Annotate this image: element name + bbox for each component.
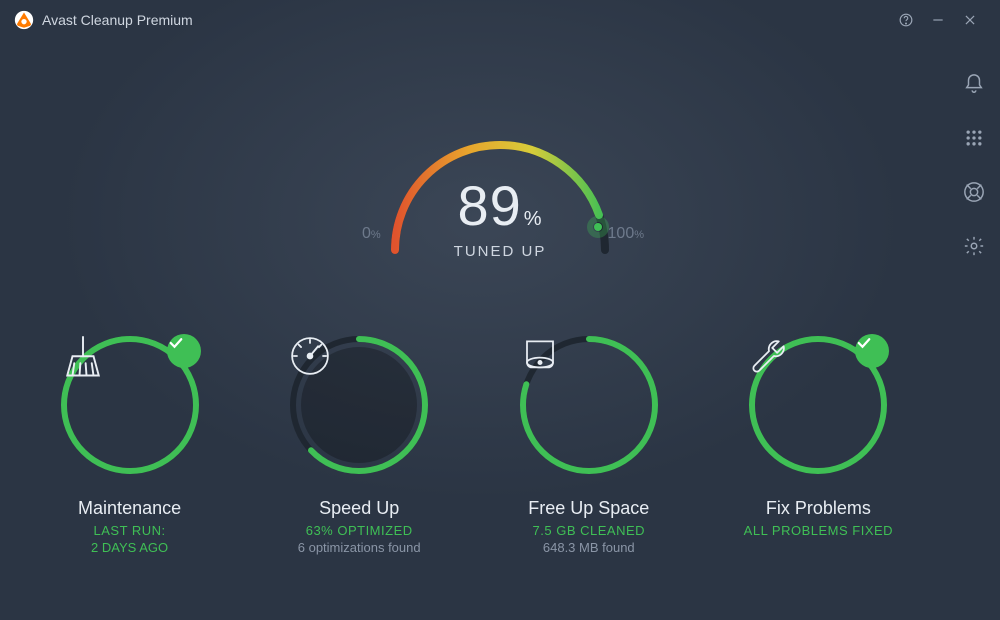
app-window: Avast Cleanup Premium 89% (0, 0, 1000, 620)
lifebuoy-icon[interactable] (960, 178, 988, 206)
tile-status: ALL PROBLEMS FIXED (718, 523, 918, 538)
app-title: Avast Cleanup Premium (42, 12, 193, 28)
action-tiles: Maintenance LAST RUN: 2 DAYS AGO Speed U… (0, 330, 948, 555)
tile-detail: 2 DAYS AGO (30, 540, 230, 555)
tile-title: Fix Problems (718, 498, 918, 519)
right-sidebar (948, 50, 1000, 620)
tile-detail: 6 optimizations found (259, 540, 459, 555)
tile-speed-up[interactable]: Speed Up 63% OPTIMIZED 6 optimizations f… (259, 330, 459, 555)
tile-title: Speed Up (259, 498, 459, 519)
gauge-value: 89% (350, 173, 650, 238)
tile-detail: 648.3 MB found (489, 540, 689, 555)
tile-title: Free Up Space (489, 498, 689, 519)
gauge-max: 100% (608, 225, 644, 243)
titlebar: Avast Cleanup Premium (0, 0, 1000, 40)
settings-gear-icon[interactable] (960, 232, 988, 260)
close-button[interactable] (954, 4, 986, 36)
notifications-icon[interactable] (960, 70, 988, 98)
apps-grid-icon[interactable] (960, 124, 988, 152)
tile-free-up-space[interactable]: Free Up Space 7.5 GB CLEANED 648.3 MB fo… (489, 330, 689, 555)
avast-logo-icon (14, 10, 34, 30)
tile-fix-problems[interactable]: Fix Problems ALL PROBLEMS FIXED (718, 330, 918, 540)
tuneup-gauge: 89% TUNED UP 0% 100% (350, 115, 650, 305)
help-button[interactable] (890, 4, 922, 36)
tile-maintenance[interactable]: Maintenance LAST RUN: 2 DAYS AGO (30, 330, 230, 555)
disk-icon (514, 330, 664, 480)
check-badge (167, 334, 201, 368)
tile-status: 63% OPTIMIZED (259, 523, 459, 538)
minimize-button[interactable] (922, 4, 954, 36)
speedometer-icon (284, 330, 434, 480)
gauge-label: TUNED UP (350, 243, 650, 260)
tile-status: LAST RUN: (30, 523, 230, 538)
tile-title: Maintenance (30, 498, 230, 519)
tile-status: 7.5 GB CLEANED (489, 523, 689, 538)
gauge-min: 0% (362, 225, 381, 243)
